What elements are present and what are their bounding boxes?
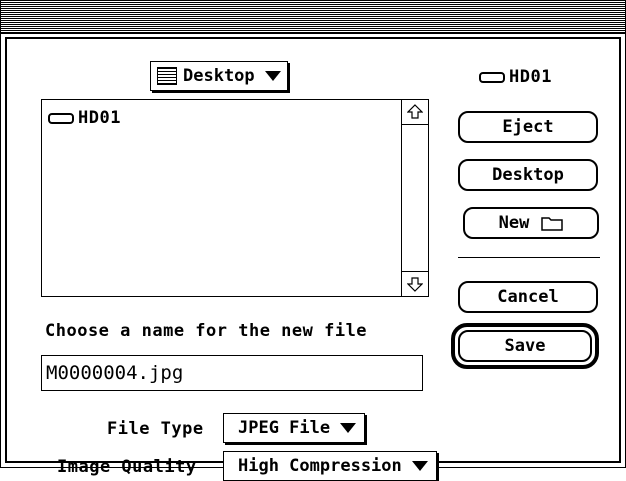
- folder-popup-label: Desktop: [183, 66, 255, 86]
- file-name-input[interactable]: M0000004.jpg: [41, 355, 423, 391]
- new-folder-button[interactable]: New: [463, 207, 599, 239]
- chevron-down-icon: [264, 71, 281, 81]
- eject-button-label: Eject: [502, 117, 554, 137]
- desktop-button-label: Desktop: [492, 165, 564, 185]
- scrollbar[interactable]: [401, 100, 428, 296]
- scroll-up-button[interactable]: [402, 100, 428, 125]
- file-list[interactable]: HD01: [41, 99, 429, 297]
- hard-disk-icon: [479, 71, 505, 83]
- divider: [458, 257, 600, 258]
- list-item-label: HD01: [78, 108, 121, 128]
- name-prompt: Choose a name for the new file: [45, 321, 368, 341]
- new-button-label: New: [498, 213, 530, 233]
- chevron-down-icon: [411, 461, 428, 471]
- volume-name: HD01: [509, 67, 552, 87]
- dialog-body: Desktop HD01 HD01 Eject Desktop New Canc…: [5, 37, 621, 481]
- title-bar[interactable]: [1, 1, 625, 34]
- save-button-label: Save: [504, 336, 546, 356]
- file-type-value: JPEG File: [238, 418, 331, 438]
- list-item[interactable]: HD01: [48, 108, 121, 128]
- hard-disk-icon: [48, 112, 74, 124]
- desktop-button[interactable]: Desktop: [458, 159, 598, 191]
- desktop-icon: [157, 67, 177, 85]
- file-type-popup[interactable]: JPEG File: [223, 413, 366, 443]
- cancel-button-label: Cancel: [497, 287, 559, 307]
- image-quality-label: Image Quality: [57, 457, 197, 477]
- folder-icon: [541, 217, 564, 231]
- cancel-button[interactable]: Cancel: [458, 281, 598, 313]
- eject-button[interactable]: Eject: [458, 111, 598, 143]
- file-name-value: M0000004.jpg: [46, 362, 184, 384]
- image-quality-popup[interactable]: High Compression: [223, 451, 437, 481]
- save-dialog-window: Desktop HD01 HD01 Eject Desktop New Canc…: [0, 0, 626, 481]
- folder-popup[interactable]: Desktop: [150, 61, 288, 91]
- scroll-down-button[interactable]: [402, 271, 428, 296]
- volume-label: HD01: [479, 67, 552, 87]
- arrow-up-icon: [407, 104, 423, 119]
- arrow-down-icon: [407, 277, 423, 292]
- save-button[interactable]: Save: [458, 330, 592, 362]
- image-quality-value: High Compression: [238, 456, 402, 476]
- file-type-label: File Type: [107, 419, 204, 439]
- chevron-down-icon: [340, 423, 357, 433]
